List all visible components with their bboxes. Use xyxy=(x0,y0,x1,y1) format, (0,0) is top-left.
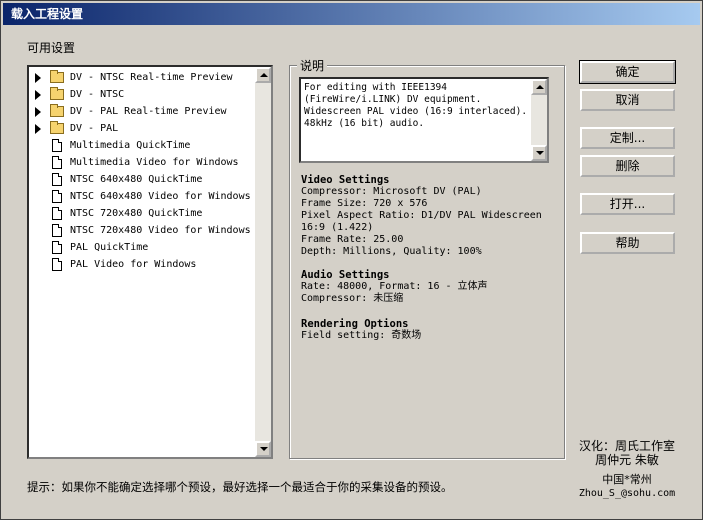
available-settings-label: 可用设置 xyxy=(27,41,76,55)
title-bar[interactable]: 载入工程设置 xyxy=(3,3,700,25)
desc-scroll-up-button[interactable] xyxy=(531,79,547,95)
description-scrollbar[interactable] xyxy=(531,79,547,161)
credits-line: 汉化：周氏工作室 xyxy=(578,439,675,453)
preset-label: DV - PAL xyxy=(70,123,119,134)
audio-setting-line: Rate: 48000, Format: 16 - 立体声 xyxy=(301,281,488,292)
folder-icon xyxy=(50,121,64,134)
expand-arrow-icon[interactable] xyxy=(35,73,41,83)
preset-label: NTSC 640x480 Video for Windows xyxy=(70,191,251,202)
description-group-label: 说明 xyxy=(297,57,328,74)
document-icon xyxy=(52,139,62,152)
down-arrow-icon xyxy=(536,151,544,155)
preset-label: Multimedia QuickTime xyxy=(70,140,191,151)
expand-arrow-icon[interactable] xyxy=(35,124,41,134)
preset-label: DV - NTSC Real-time Preview xyxy=(70,72,233,83)
preset-label: NTSC 720x480 QuickTime xyxy=(70,208,203,219)
preset-label: NTSC 640x480 QuickTime xyxy=(70,174,203,185)
expand-arrow-icon[interactable] xyxy=(35,107,41,117)
credits-line: 中国*常州 xyxy=(602,473,652,486)
video-setting-line: Frame Size: 720 x 576 xyxy=(301,198,428,209)
audio-settings-title: Audio Settings xyxy=(301,269,390,281)
video-setting-line: 16:9 (1.422) xyxy=(301,222,374,233)
cancel-button[interactable]: 取消 xyxy=(580,89,675,111)
customize-button[interactable]: 定制... xyxy=(580,127,675,149)
scroll-up-button[interactable] xyxy=(255,67,271,83)
list-scrollbar[interactable] xyxy=(255,67,271,457)
document-icon xyxy=(52,173,62,186)
credits-location: 中国*常州 Zhou_S_@sohu.com xyxy=(571,473,683,501)
rendering-options: Rendering Options Field setting: 奇数场 xyxy=(301,318,421,342)
document-icon xyxy=(52,156,62,169)
description-text: For editing with IEEE1394 (FireWire/i.LI… xyxy=(304,82,528,129)
scroll-down-button[interactable] xyxy=(255,441,271,457)
document-icon xyxy=(52,207,62,220)
video-settings-title: Video Settings xyxy=(301,174,390,186)
expand-arrow-icon[interactable] xyxy=(35,90,41,100)
document-icon xyxy=(52,190,62,203)
folder-icon xyxy=(50,104,64,117)
presets-list[interactable]: DV - NTSC Real-time Preview DV - NTSC DV -… xyxy=(27,65,273,459)
up-arrow-icon xyxy=(260,73,268,77)
preset-label: DV - PAL Real-time Preview xyxy=(70,106,227,117)
document-icon xyxy=(52,241,62,254)
video-setting-line: Pixel Aspect Ratio: D1/DV PAL Widescreen xyxy=(301,210,542,221)
credits-line: 周仲元 朱敏 xyxy=(595,453,659,467)
help-button[interactable]: 帮助 xyxy=(580,232,675,254)
preset-label: NTSC 720x480 Video for Windows xyxy=(70,225,251,236)
preset-label: PAL Video for Windows xyxy=(70,259,197,270)
description-textbox[interactable]: For editing with IEEE1394 (FireWire/i.LI… xyxy=(299,77,549,163)
audio-settings: Audio Settings Rate: 48000, Format: 16 -… xyxy=(301,269,488,305)
folder-icon xyxy=(50,70,64,83)
folder-icon xyxy=(50,87,64,100)
video-setting-line: Frame Rate: 25.00 xyxy=(301,234,404,245)
tip-text: 提示：如果你不能确定选择哪个预设，最好选择一个最适合于你的采集设备的预设。 xyxy=(27,480,453,494)
rendering-option-line: Field setting: 奇数场 xyxy=(301,330,422,341)
credits-email: Zhou_S_@sohu.com xyxy=(578,488,676,499)
document-icon xyxy=(52,258,62,271)
load-project-settings-dialog: 载入工程设置 可用设置 DV - NTSC Real-time Preview D… xyxy=(0,0,703,520)
open-button[interactable]: 打开... xyxy=(580,193,675,215)
desc-scroll-down-button[interactable] xyxy=(531,145,547,161)
preset-label: Multimedia Video for Windows xyxy=(70,157,239,168)
video-setting-line: Depth: Millions, Quality: 100% xyxy=(301,246,482,257)
audio-setting-line: Compressor: 未压缩 xyxy=(301,293,404,304)
down-arrow-icon xyxy=(260,447,268,451)
preset-label: DV - NTSC xyxy=(70,89,125,100)
video-setting-line: Compressor: Microsoft DV (PAL) xyxy=(301,186,482,197)
ok-button[interactable]: 确定 xyxy=(579,60,676,84)
delete-button[interactable]: 删除 xyxy=(580,155,675,177)
window-title: 载入工程设置 xyxy=(11,7,84,21)
video-settings: Video Settings Compressor: Microsoft DV … xyxy=(301,174,542,258)
preset-label: PAL QuickTime xyxy=(70,242,149,253)
document-icon xyxy=(52,224,62,237)
credits-translation: 汉化：周氏工作室 周仲元 朱敏 xyxy=(571,439,683,467)
up-arrow-icon xyxy=(536,85,544,89)
rendering-options-title: Rendering Options xyxy=(301,318,409,330)
